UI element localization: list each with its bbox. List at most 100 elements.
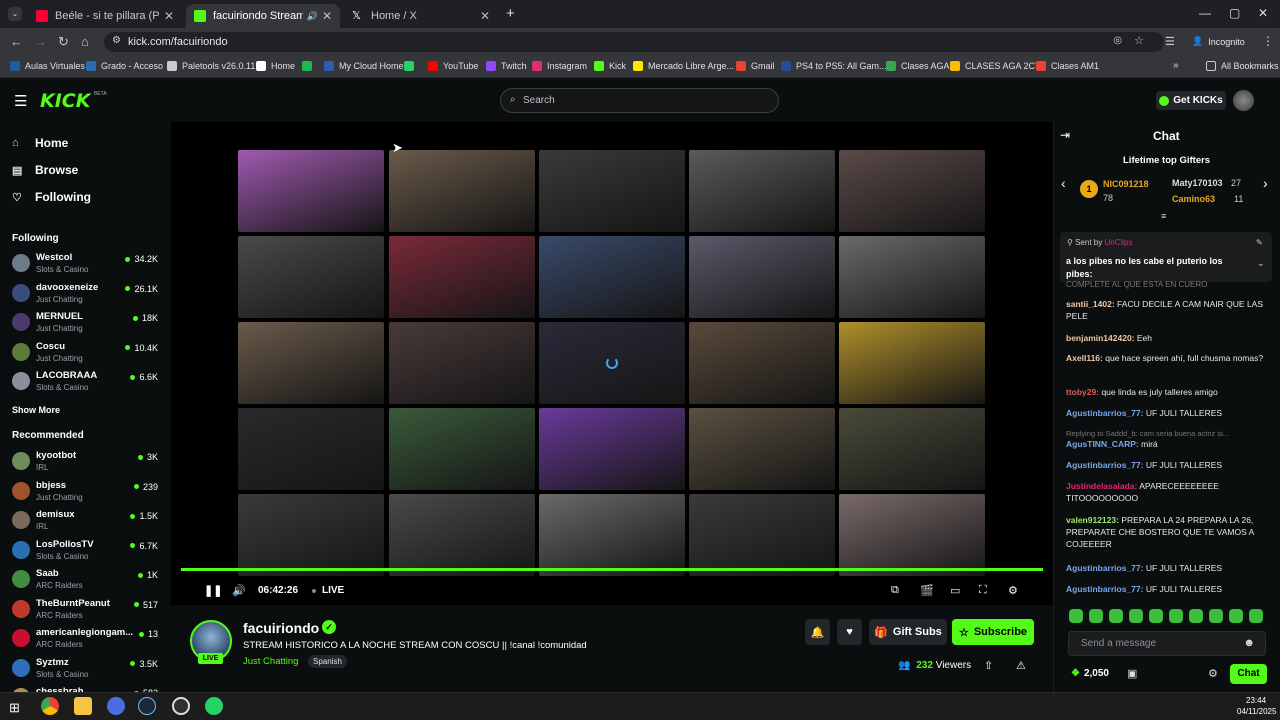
gifters-prev-icon[interactable]: ‹ (1061, 175, 1066, 191)
home-icon[interactable]: ⌂ (81, 34, 89, 49)
maximize-icon[interactable]: ▢ (1229, 6, 1240, 20)
browser-menu-icon[interactable]: ⋮ (1262, 34, 1274, 48)
sidebar-channel-item[interactable]: MERNUEL Just Chatting 18K (12, 311, 162, 337)
chat-username[interactable]: Axell116: (1066, 353, 1103, 363)
mute-tab-icon[interactable]: 🔊 (307, 11, 318, 22)
language-tag[interactable]: Spanish (308, 655, 347, 668)
chat-username[interactable]: Agustinbarrios_77: (1066, 408, 1143, 418)
url-input[interactable]: ⚙ kick.com/facuiriondo ◎ ☆ (104, 32, 1164, 52)
emote-icon[interactable] (1229, 609, 1243, 623)
chat-username[interactable]: benjamin142420: (1066, 333, 1135, 343)
gifter-name[interactable]: Maty170103 (1172, 178, 1223, 188)
notification-bell-button[interactable]: 🔔 (805, 619, 830, 645)
bookmark-item[interactable]: Clases AGA (886, 61, 950, 71)
chrome-profile-icon[interactable] (107, 697, 125, 715)
chat-message[interactable]: Justindelasalada: APARECEEEEEEEE TITOOOO… (1066, 480, 1266, 504)
chat-message[interactable]: santii_1402: FACU DECILE A CAM NAIR QUE … (1066, 298, 1266, 322)
follow-heart-button[interactable]: ♥ (837, 619, 862, 645)
sidebar-channel-item[interactable]: bbjess Just Chatting 239 (12, 480, 162, 506)
gifter-name[interactable]: NIC091218 (1103, 179, 1149, 189)
shop-icon[interactable]: ▣ (1127, 667, 1137, 680)
chrome-icon[interactable] (41, 697, 59, 715)
close-icon[interactable]: ✕ (322, 9, 332, 23)
hamburger-menu-icon[interactable]: ☰ (14, 92, 27, 110)
bookmark-item[interactable]: YouTube (428, 61, 478, 71)
emote-icon[interactable] (1189, 609, 1203, 623)
back-icon[interactable]: ← (10, 34, 23, 49)
clip-icon[interactable]: 🎬 (920, 584, 934, 597)
settings-icon[interactable]: ⚙ (1008, 584, 1018, 597)
bookmark-item[interactable]: Mercado Libre Arge... (633, 61, 734, 71)
bookmark-item[interactable]: Aulas Virtuales (10, 61, 85, 71)
fullscreen-icon[interactable]: ⛶ (979, 584, 987, 597)
chat-message-input[interactable]: Send a message ☻ (1068, 631, 1266, 656)
browser-tab-active[interactable]: facuiriondo Stream - Watch 🔊 ✕ (186, 4, 340, 28)
bookmark-item[interactable]: Instagram (532, 61, 587, 71)
bookmark-item[interactable]: Kick (594, 61, 626, 71)
browser-tab[interactable]: 𝕏 Home / X ✕ (344, 4, 498, 28)
live-indicator[interactable]: LIVE (312, 585, 344, 596)
progress-bar[interactable] (181, 568, 1043, 571)
close-icon[interactable]: ✕ (480, 9, 490, 23)
bookmark-item[interactable]: Gmail (736, 61, 775, 71)
sidebar-item-home[interactable]: ⌂ Home (12, 136, 68, 150)
search-input[interactable]: ⌕ Search (500, 88, 779, 113)
bookmark-item[interactable]: Home (256, 61, 295, 71)
emote-icon[interactable] (1129, 609, 1143, 623)
minimize-icon[interactable]: — (1199, 6, 1211, 20)
all-bookmarks[interactable]: All Bookmarks (1206, 61, 1279, 71)
theater-mode-icon[interactable]: ▭ (950, 584, 960, 597)
close-icon[interactable]: ✕ (164, 9, 174, 23)
collapse-chat-icon[interactable]: ⇥ (1060, 128, 1070, 142)
user-avatar[interactable] (1233, 90, 1254, 111)
bookmark-item[interactable] (404, 61, 419, 71)
stream-category[interactable]: Just Chatting (243, 656, 298, 667)
volume-icon[interactable]: 🔊 (232, 584, 246, 597)
steam-icon[interactable] (138, 697, 156, 715)
reload-icon[interactable]: ↻ (58, 34, 69, 50)
kick-logo[interactable]: KICK (40, 90, 90, 112)
emote-icon[interactable] (1209, 609, 1223, 623)
obs-icon[interactable] (172, 697, 190, 715)
emote-icon[interactable] (1109, 609, 1123, 623)
chat-username[interactable]: Justindelasalada: (1066, 481, 1137, 491)
windows-start-icon[interactable]: ⊞ (9, 700, 20, 716)
unpin-icon[interactable]: ✎ (1256, 238, 1263, 247)
chat-message[interactable]: valen912123: PREPARA LA 24 PREPARA LA 26… (1066, 514, 1266, 550)
sidebar-item-following[interactable]: ♡ Following (12, 190, 91, 204)
emote-icon[interactable] (1089, 609, 1103, 623)
emote-icon[interactable] (1249, 609, 1263, 623)
sidebar-channel-item[interactable]: LosPollosTV Slots & Casino 6.7K (12, 539, 162, 565)
bookmark-item[interactable]: CLASES AGA 2CT (950, 61, 1041, 71)
chat-username[interactable]: Agustinbarrios_77: (1066, 584, 1143, 594)
bookmark-item[interactable]: Clases AM1 (1036, 61, 1099, 71)
bookmark-star-icon[interactable]: ☆ (1134, 34, 1144, 47)
expand-gifters-icon[interactable]: ≡ (1161, 211, 1166, 221)
sidebar-channel-item[interactable]: Westcol Slots & Casino 34.2K (12, 252, 162, 278)
sidebar-channel-item[interactable]: americanlegiongam... ARC Raiders 13 (12, 627, 162, 653)
chat-settings-icon[interactable]: ⚙ (1208, 667, 1218, 680)
file-explorer-icon[interactable] (74, 697, 92, 715)
site-info-icon[interactable]: ⚙ (112, 35, 121, 46)
emote-icon[interactable] (1149, 609, 1163, 623)
chat-username[interactable]: Agustinbarrios_77: (1066, 460, 1143, 470)
chat-username[interactable]: valen912123: (1066, 515, 1119, 525)
chat-username[interactable]: AgusTINN_CARP: (1066, 439, 1139, 449)
bookmark-item[interactable]: My Cloud Home (324, 61, 404, 71)
sidebar-channel-item[interactable]: Coscu Just Chatting 10.4K (12, 341, 162, 367)
tab-search-icon[interactable]: ☰ (1165, 35, 1175, 48)
bookmark-item[interactable]: Grado - Acceso (86, 61, 163, 71)
sidebar-channel-item[interactable]: LACOBRAAA Slots & Casino 6.6K (12, 370, 162, 396)
chat-username[interactable]: ttoby29: (1066, 387, 1099, 397)
bookmarks-overflow-icon[interactable]: » (1173, 60, 1179, 71)
tab-list-dropdown-icon[interactable]: ⌄ (8, 7, 22, 21)
sidebar-channel-item[interactable]: davooxeneize Just Chatting 26.1K (12, 282, 162, 308)
sidebar-item-browse[interactable]: ▤ Browse (12, 163, 78, 177)
gift-subs-button[interactable]: 🎁 Gift Subs (869, 619, 947, 645)
get-kicks-button[interactable]: Get KICKs (1156, 91, 1226, 110)
gifter-name[interactable]: Camino63 (1172, 194, 1215, 204)
chat-send-button[interactable]: Chat (1230, 664, 1267, 684)
bookmark-item[interactable]: Paletools v26.0.11 (167, 61, 255, 71)
channel-name[interactable]: facuiriondo (243, 620, 319, 636)
sidebar-channel-item[interactable]: kyootbot IRL 3K (12, 450, 162, 476)
